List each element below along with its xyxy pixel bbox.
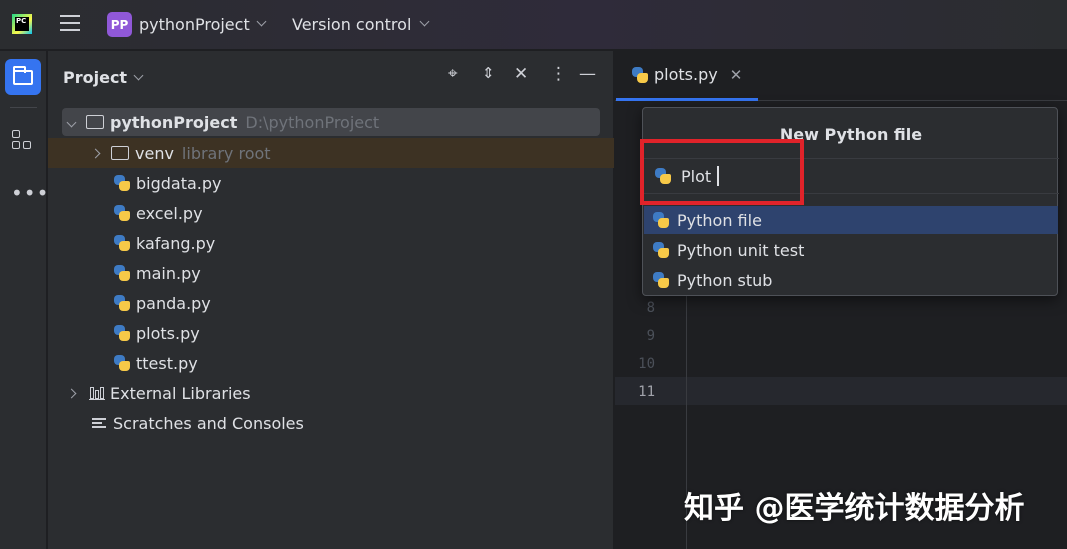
tree-item-label: plots.py — [136, 323, 200, 343]
tree-item-label: ttest.py — [136, 353, 198, 373]
hide-panel-icon[interactable]: — — [579, 64, 596, 84]
option-label: Python file — [677, 210, 762, 230]
folder-icon — [111, 146, 129, 160]
tree-item-label: venv — [135, 143, 174, 163]
tree-item-path: D:\pythonProject — [245, 112, 380, 132]
tree-item-label: kafang.py — [136, 233, 216, 253]
tree-item-label: main.py — [136, 263, 201, 283]
chevron-down-icon[interactable] — [133, 70, 144, 81]
tree-item-file[interactable]: bigdata.py — [48, 168, 614, 198]
editor-tabs: plots.py ✕ — [615, 51, 1067, 101]
project-tool-button[interactable] — [5, 59, 41, 95]
line-number: 8 — [646, 300, 655, 316]
locate-file-icon[interactable]: ⌖ — [448, 64, 458, 84]
tree-item-label: bigdata.py — [136, 173, 222, 193]
options-icon[interactable]: ⋮ — [550, 64, 567, 84]
tree-item-file[interactable]: excel.py — [48, 198, 614, 228]
more-tools-icon[interactable]: ••• — [11, 181, 49, 205]
python-file-icon — [114, 265, 130, 281]
option-python-file[interactable]: Python file — [644, 206, 1058, 234]
tree-item-label: Scratches and Consoles — [113, 413, 304, 433]
python-file-icon — [632, 66, 648, 83]
tree-item-file[interactable]: main.py — [48, 258, 614, 288]
scratches-icon — [92, 416, 108, 430]
tree-item-venv[interactable]: venv library root — [48, 138, 614, 168]
line-number: 9 — [646, 328, 655, 344]
tree-item-label: panda.py — [136, 293, 211, 313]
tab-label: plots.py — [654, 65, 718, 84]
chevron-right-icon[interactable] — [66, 388, 77, 398]
library-icon — [89, 386, 105, 400]
tree-item-label: pythonProject — [110, 112, 238, 132]
tree-item-file[interactable]: plots.py — [48, 318, 614, 348]
version-control-menu[interactable]: Version control — [292, 15, 411, 34]
chevron-down-icon[interactable] — [66, 117, 77, 127]
python-file-icon — [114, 175, 130, 191]
project-badge[interactable]: PP — [107, 12, 132, 37]
option-python-unit-test[interactable]: Python unit test — [644, 236, 1058, 264]
main-menu-icon[interactable] — [60, 15, 80, 33]
tree-item-label: External Libraries — [110, 383, 251, 403]
folder-icon — [86, 115, 104, 129]
python-file-icon — [114, 235, 130, 251]
python-file-icon — [114, 295, 130, 311]
divider — [10, 107, 37, 108]
chevron-right-icon[interactable] — [90, 148, 101, 158]
chevron-down-icon[interactable] — [419, 16, 430, 27]
watermark-text: 知乎 @医学统计数据分析 — [684, 491, 1025, 526]
folder-icon — [13, 65, 33, 85]
current-line-highlight — [615, 377, 1067, 405]
tree-item-file[interactable]: kafang.py — [48, 228, 614, 258]
title-bar: PC PP pythonProject Version control — [0, 0, 1067, 50]
tree-item-label: excel.py — [136, 203, 203, 223]
close-icon[interactable]: ✕ — [730, 66, 743, 84]
tab-plots-py[interactable]: plots.py ✕ — [616, 51, 758, 101]
python-file-icon — [653, 242, 669, 258]
panel-title[interactable]: Project — [63, 68, 127, 87]
chevron-down-icon[interactable] — [256, 16, 267, 27]
option-label: Python stub — [677, 270, 773, 290]
pycharm-logo-icon: PC — [12, 14, 32, 34]
collapse-all-icon[interactable]: ✕ — [514, 64, 528, 84]
expand-all-icon[interactable]: ⇕ — [482, 64, 495, 82]
line-number: 10 — [638, 356, 655, 372]
tree-item-external-libraries[interactable]: External Libraries — [48, 378, 614, 408]
project-switcher[interactable]: pythonProject — [139, 15, 250, 34]
python-file-icon — [114, 325, 130, 341]
project-tool-window: Project ⌖ ⇕ ✕ ⋮ — pythonProject D:\pytho… — [48, 51, 614, 549]
option-python-stub[interactable]: Python stub — [644, 266, 1058, 294]
structure-icon[interactable] — [12, 130, 34, 152]
tree-item-root[interactable]: pythonProject D:\pythonProject — [62, 108, 600, 136]
python-file-icon — [114, 205, 130, 221]
tree-item-scratches[interactable]: Scratches and Consoles — [48, 408, 614, 438]
tree-item-hint: library root — [181, 143, 271, 163]
option-label: Python unit test — [677, 240, 805, 260]
tree-item-file[interactable]: ttest.py — [48, 348, 614, 378]
annotation-highlight-box — [640, 139, 804, 205]
python-file-icon — [653, 212, 669, 228]
python-file-icon — [653, 272, 669, 288]
tree-item-file[interactable]: panda.py — [48, 288, 614, 318]
line-number: 11 — [638, 384, 655, 400]
tool-window-strip: ••• — [0, 51, 49, 549]
python-file-icon — [114, 355, 130, 371]
